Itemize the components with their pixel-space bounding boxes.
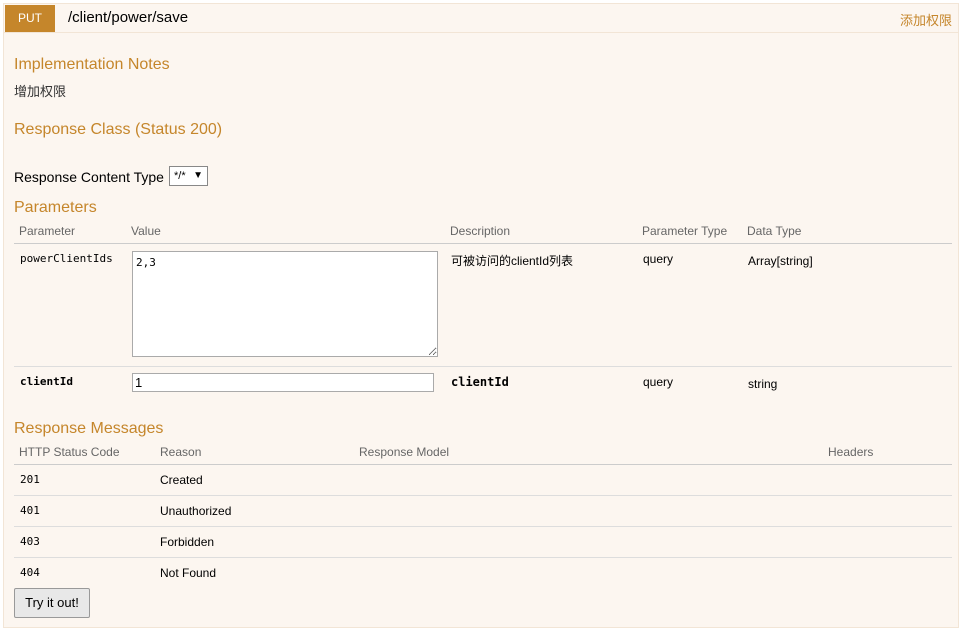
resp-code-404: 404 — [20, 566, 40, 579]
operation-header[interactable]: PUT /client/power/save 添加权限 — [4, 4, 958, 33]
param-row-divider — [14, 366, 952, 367]
resp-row-divider — [14, 495, 952, 496]
powerClientIds-input[interactable] — [132, 251, 438, 357]
param-type-clientId: query — [643, 375, 674, 389]
response-messages-heading: Response Messages — [14, 420, 164, 437]
resp-col-response-model: Response Model — [359, 445, 450, 459]
resp-col-status-code: HTTP Status Code — [19, 445, 120, 459]
resp-header-divider — [14, 464, 952, 465]
param-col-parameter-type: Parameter Type — [642, 224, 728, 238]
response-content-type-label: Response Content Type — [14, 169, 164, 185]
param-col-description: Description — [450, 224, 511, 238]
resp-reason-403: Forbidden — [160, 535, 215, 549]
implementation-notes-heading: Implementation Notes — [14, 56, 170, 73]
param-header-divider — [14, 243, 952, 244]
param-datatype-powerClientIds[interactable]: Array[string] — [748, 254, 813, 268]
param-col-data-type: Data Type — [747, 224, 802, 238]
param-description-powerClientIds: 可被访问的clientId列表 — [451, 254, 574, 268]
resp-reason-201: Created — [160, 473, 203, 487]
param-name-clientId: clientId — [20, 375, 73, 388]
response-content-type-value: */* — [174, 170, 186, 182]
resp-code-401: 401 — [20, 504, 40, 517]
response-content-type-select[interactable]: */* ▼ — [169, 166, 208, 186]
resp-row-divider — [14, 526, 952, 527]
resp-reason-404: Not Found — [160, 566, 217, 580]
param-description-clientId: clientId — [451, 375, 509, 389]
param-datatype-clientId: string — [748, 377, 778, 391]
param-name-powerClientIds: powerClientIds — [20, 252, 113, 265]
param-col-value: Value — [131, 224, 161, 238]
dropdown-arrow-icon: ▼ — [193, 170, 203, 181]
resp-reason-401: Unauthorized — [160, 504, 232, 518]
resp-code-403: 403 — [20, 535, 40, 548]
endpoint-path[interactable]: /client/power/save — [68, 9, 188, 26]
operation-summary-link[interactable]: 添加权限 — [900, 10, 952, 29]
resp-col-reason: Reason — [160, 445, 202, 459]
implementation-notes-text: 增加权限 — [14, 84, 67, 99]
parameters-heading: Parameters — [14, 199, 97, 216]
clientId-input[interactable] — [132, 373, 434, 392]
resp-code-201: 201 — [20, 473, 40, 486]
operation-panel: PUT /client/power/save 添加权限 Implementati… — [3, 3, 959, 628]
try-it-out-button[interactable]: Try it out! — [14, 588, 90, 618]
response-class-heading: Response Class (Status 200) — [14, 121, 223, 138]
param-col-parameter: Parameter — [19, 224, 76, 238]
param-type-powerClientIds: query — [643, 252, 674, 266]
resp-col-headers: Headers — [828, 445, 874, 459]
resp-row-divider — [14, 557, 952, 558]
http-method-badge[interactable]: PUT — [5, 5, 55, 32]
